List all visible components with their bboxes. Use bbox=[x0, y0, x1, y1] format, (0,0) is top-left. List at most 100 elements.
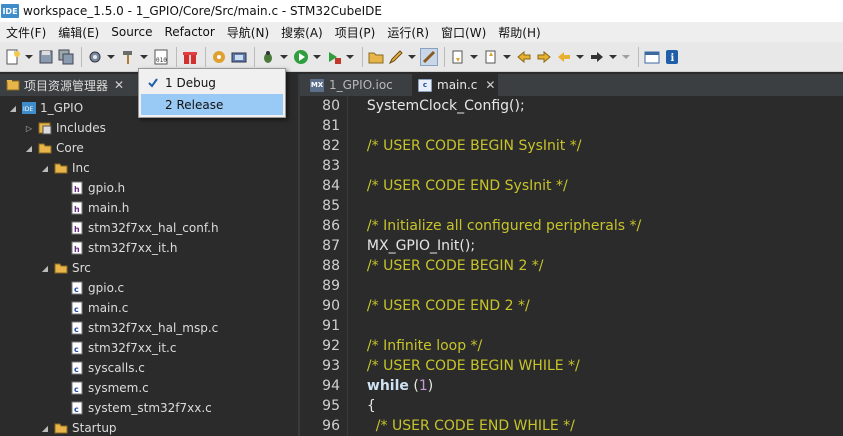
tree-item[interactable]: ◢ IDE 1_GPIO bbox=[8, 98, 83, 118]
build-config-item-label: 1 Debug bbox=[165, 75, 216, 90]
menu-item-6[interactable]: 项目(P) bbox=[329, 24, 382, 41]
toolbar-separator bbox=[638, 46, 639, 67]
line-number: 89 bbox=[322, 278, 340, 294]
tree-item[interactable]: h main.h bbox=[56, 198, 129, 218]
expanded-arrow-icon[interactable]: ◢ bbox=[8, 103, 18, 113]
tree-item[interactable]: c stm32f7xx_hal_msp.c bbox=[56, 318, 218, 338]
line-number: 86 bbox=[322, 218, 340, 234]
tab-main-c[interactable]: c main.c ✕ bbox=[412, 74, 498, 96]
tree-item[interactable]: c main.c bbox=[56, 298, 128, 318]
tree-item[interactable]: c syscalls.c bbox=[56, 358, 145, 378]
new-file-icon[interactable] bbox=[4, 48, 22, 66]
code-line: /* USER CODE BEGIN SysInit */ bbox=[358, 136, 582, 156]
title-bar: IDE workspace_1.5.0 - 1_GPIO/Core/Src/ma… bbox=[0, 0, 843, 22]
header-file-icon: h bbox=[70, 241, 84, 255]
tree-item[interactable]: ◢ Core bbox=[24, 138, 84, 158]
previous-annotation-icon[interactable] bbox=[482, 48, 500, 66]
expanded-arrow-icon[interactable]: ◢ bbox=[40, 263, 50, 273]
build-dropdown[interactable] bbox=[139, 48, 148, 66]
code-comment: /* Initialize all configured peripherals… bbox=[358, 218, 642, 234]
code-number: 1 bbox=[418, 378, 428, 394]
c-file-icon: c bbox=[70, 341, 84, 355]
open-folder-icon[interactable] bbox=[367, 48, 385, 66]
checkmark-icon bbox=[141, 77, 165, 89]
forward-arrow-icon[interactable] bbox=[588, 48, 606, 66]
tree-item[interactable]: c stm32f7xx_it.c bbox=[56, 338, 176, 358]
tree-item-label: stm32f7xx_hal_msp.c bbox=[88, 321, 219, 335]
menu-item-7[interactable]: 运行(R) bbox=[381, 24, 435, 41]
tree-item[interactable]: h gpio.h bbox=[56, 178, 125, 198]
tree-item[interactable]: ◢ Src bbox=[40, 258, 91, 278]
tree-item[interactable]: c sysmem.c bbox=[56, 378, 149, 398]
expanded-arrow-icon[interactable]: ◢ bbox=[40, 163, 50, 173]
save-icon[interactable] bbox=[37, 48, 55, 66]
tree-item-label: 1_GPIO bbox=[40, 101, 84, 115]
close-icon[interactable]: ✕ bbox=[485, 78, 495, 92]
active-build-configuration-dropdown[interactable] bbox=[106, 48, 115, 66]
edit-dropdown[interactable] bbox=[407, 48, 416, 66]
line-number: 87 bbox=[322, 238, 340, 254]
menu-item-0[interactable]: 文件(F) bbox=[0, 24, 52, 41]
collapsed-arrow-icon[interactable]: ▷ bbox=[24, 123, 34, 133]
code-text: ) bbox=[427, 378, 434, 394]
external-tools-icon[interactable] bbox=[325, 48, 343, 66]
build-config-item-2[interactable]: 2 Release bbox=[141, 94, 283, 115]
expanded-arrow-icon[interactable]: ◢ bbox=[40, 423, 50, 433]
tree-item-label: stm32f7xx_it.h bbox=[88, 241, 178, 255]
editor-area: MX 1_GPIO.ioc c main.c ✕ 80 81 82 83 84 85 86 8… bbox=[298, 74, 843, 436]
previous-annotation-dropdown[interactable] bbox=[502, 48, 511, 66]
back-dropdown[interactable] bbox=[575, 48, 584, 66]
menu-item-4[interactable]: 导航(N) bbox=[221, 24, 275, 41]
new-file-dropdown[interactable] bbox=[24, 48, 33, 66]
menu-item-2[interactable]: Source bbox=[105, 25, 158, 39]
tree-item[interactable]: c gpio.c bbox=[56, 278, 124, 298]
expanded-arrow-icon[interactable]: ◢ bbox=[24, 143, 34, 153]
binary-file-icon[interactable]: 010 bbox=[152, 48, 170, 66]
tree-item[interactable]: ◢ Startup bbox=[40, 418, 117, 436]
code-text: MX_GPIO_Init(); bbox=[358, 238, 476, 254]
tab-main-c-label: main.c bbox=[437, 78, 478, 92]
menu-item-8[interactable]: 窗口(W) bbox=[435, 24, 492, 41]
manage-configurations-gear-icon[interactable] bbox=[86, 48, 104, 66]
toggle-mark-occurrences-icon[interactable] bbox=[420, 47, 438, 66]
code-comment: /* USER CODE BEGIN SysInit */ bbox=[358, 138, 582, 154]
build-config-item-1[interactable]: 1 Debug bbox=[141, 72, 283, 93]
external-tools-dropdown[interactable] bbox=[345, 48, 354, 66]
tree-item-label: Startup bbox=[72, 421, 117, 435]
tree-item[interactable]: ◢ Inc bbox=[40, 158, 90, 178]
next-annotation-icon[interactable] bbox=[449, 48, 467, 66]
tree-item[interactable]: h stm32f7xx_it.h bbox=[56, 238, 177, 258]
run-icon[interactable] bbox=[292, 48, 310, 66]
debug-dropdown[interactable] bbox=[279, 48, 288, 66]
tree-item-label: main.h bbox=[88, 201, 130, 215]
build-hammer-icon[interactable] bbox=[119, 48, 137, 66]
save-all-icon[interactable] bbox=[57, 48, 75, 66]
next-annotation-dropdown[interactable] bbox=[469, 48, 478, 66]
line-number: 93 bbox=[322, 358, 340, 374]
tree-item[interactable]: ▷ Includes bbox=[24, 118, 106, 138]
tree-item-label: sysmem.c bbox=[88, 381, 149, 395]
menu-item-9[interactable]: 帮助(H) bbox=[492, 24, 546, 41]
tab-1-gpio-ioc[interactable]: MX 1_GPIO.ioc bbox=[304, 74, 410, 96]
tree-item[interactable]: c system_stm32f7xx.c bbox=[56, 398, 212, 418]
device-configuration-icon[interactable] bbox=[210, 48, 228, 66]
forward-edit-icon[interactable] bbox=[535, 48, 553, 66]
back-arrow-icon[interactable] bbox=[555, 48, 573, 66]
tree-item[interactable]: h stm32f7xx_hal_conf.h bbox=[56, 218, 219, 238]
forward-dropdown[interactable] bbox=[608, 48, 617, 66]
close-icon[interactable]: ✕ bbox=[114, 78, 124, 92]
clean-gift-icon[interactable] bbox=[181, 48, 199, 66]
tab-project-explorer[interactable]: 项目资源管理器 ✕ bbox=[0, 74, 140, 96]
build-configuration-menu: 1 Debug 2 Release bbox=[138, 68, 286, 118]
menu-item-1[interactable]: 编辑(E) bbox=[52, 24, 105, 41]
last-edit-location-icon[interactable] bbox=[515, 48, 533, 66]
code-editor[interactable]: 80 81 82 83 84 85 86 87 88 89 90 91 92 93 94 95 96 Syste… bbox=[300, 96, 843, 436]
menu-item-3[interactable]: Refactor bbox=[158, 25, 220, 39]
info-icon[interactable]: i bbox=[663, 48, 681, 66]
pencil-edit-icon[interactable] bbox=[387, 48, 405, 66]
menu-item-5[interactable]: 搜索(A) bbox=[275, 24, 329, 41]
open-perspective-icon[interactable] bbox=[643, 48, 661, 66]
debug-bug-icon[interactable] bbox=[259, 48, 277, 66]
run-dropdown[interactable] bbox=[312, 48, 321, 66]
target-board-icon[interactable] bbox=[230, 48, 248, 66]
